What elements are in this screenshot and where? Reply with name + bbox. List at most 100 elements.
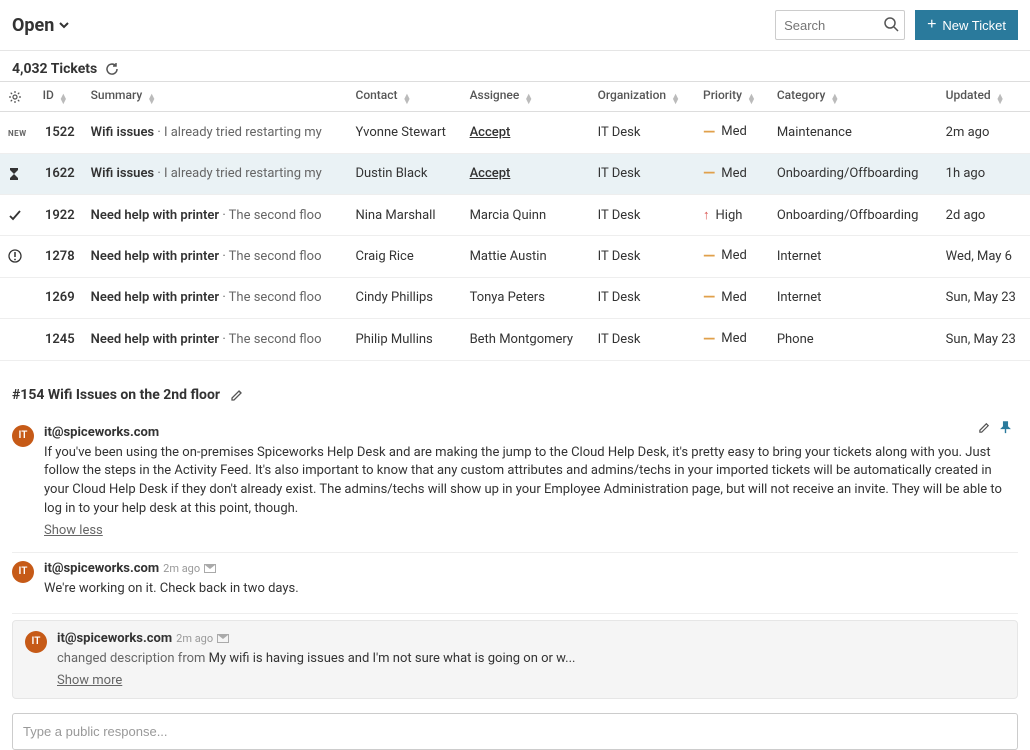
priority-high-icon: ↑ — [703, 207, 710, 223]
ticket-title: Need help with printer — [91, 208, 219, 223]
ticket-count: 4,032 Tickets — [12, 61, 97, 77]
ticket-id: 1269 — [35, 277, 83, 319]
accept-link[interactable]: Accept — [470, 166, 511, 181]
ticket-desc: · The second floo — [222, 208, 321, 223]
refresh-icon[interactable] — [105, 62, 119, 76]
col-id[interactable]: ID ▲▼ — [35, 82, 83, 112]
org-name: IT Desk — [590, 195, 695, 236]
table-row[interactable]: 1622 Wifi issues · I already tried resta… — [0, 153, 1030, 195]
view-label: Open — [12, 15, 54, 36]
contact-name: Craig Rice — [347, 236, 461, 278]
category-label: Internet — [769, 236, 938, 278]
updated-label: Wed, May 6 — [938, 236, 1030, 278]
table-row[interactable]: 1278 Need help with printer · The second… — [0, 236, 1030, 278]
table-row[interactable]: 1922 Need help with printer · The second… — [0, 195, 1030, 236]
view-dropdown[interactable]: Open — [12, 15, 70, 36]
ticket-title: Wifi issues — [91, 166, 154, 181]
ticket-desc: · The second floo — [222, 332, 321, 347]
table-row[interactable]: 1269 Need help with printer · The second… — [0, 277, 1030, 319]
ticket-id: 1622 — [35, 153, 83, 195]
priority-med-icon: — — [703, 168, 715, 178]
org-name: IT Desk — [590, 236, 695, 278]
priority-label: Med — [721, 124, 747, 139]
org-name: IT Desk — [590, 112, 695, 154]
envelope-icon — [204, 564, 216, 573]
priority-med-icon: — — [703, 127, 715, 137]
col-priority[interactable]: Priority ▲▼ — [695, 82, 769, 112]
priority-med-icon: — — [703, 251, 715, 261]
col-organization[interactable]: Organization ▲▼ — [590, 82, 695, 112]
assignee-name: Beth Montgomery — [470, 332, 574, 347]
show-toggle[interactable]: Show less — [44, 523, 103, 538]
check-icon — [8, 208, 22, 222]
contact-name: Philip Mullins — [347, 319, 461, 361]
updated-label: Sun, May 23 — [938, 319, 1030, 361]
activity-item: IT it@spiceworks.com2m ago We're working… — [12, 553, 1018, 614]
hourglass-icon — [8, 167, 20, 181]
edit-title-icon[interactable] — [230, 388, 244, 402]
avatar: IT — [12, 561, 34, 583]
org-name: IT Desk — [590, 277, 695, 319]
plus-icon: + — [927, 16, 936, 34]
contact-name: Yvonne Stewart — [347, 112, 461, 154]
ticket-title: Need help with printer — [91, 290, 219, 305]
assignee-name: Mattie Austin — [470, 249, 547, 264]
category-label: Internet — [769, 277, 938, 319]
chevron-down-icon — [58, 19, 70, 31]
edit-comment-icon[interactable] — [978, 421, 991, 434]
pin-icon[interactable] — [999, 421, 1012, 434]
envelope-icon — [217, 634, 229, 643]
updated-label: 2d ago — [938, 195, 1030, 236]
ticket-desc: · The second floo — [222, 290, 321, 305]
new-ticket-label: New Ticket — [942, 18, 1006, 33]
tickets-table: ID ▲▼ Summary ▲▼ Contact ▲▼ Assignee ▲▼ … — [0, 81, 1030, 361]
assignee-name: Marcia Quinn — [470, 208, 547, 223]
ticket-desc: · I already tried restarting my — [157, 125, 321, 140]
response-input[interactable] — [12, 713, 1018, 750]
activity-item: IT it@spiceworks.com If you've been usin… — [12, 417, 1018, 553]
contact-name: Dustin Black — [347, 153, 461, 195]
category-label: Phone — [769, 319, 938, 361]
alert-icon — [8, 249, 22, 263]
category-label: Onboarding/Offboarding — [769, 195, 938, 236]
col-assignee[interactable]: Assignee ▲▼ — [462, 82, 590, 112]
search-icon[interactable] — [883, 16, 899, 32]
avatar: IT — [12, 425, 34, 447]
priority-label: Med — [721, 166, 747, 181]
ticket-desc: · I already tried restarting my — [157, 166, 321, 181]
new-ticket-button[interactable]: + New Ticket — [915, 10, 1018, 40]
updated-label: 1h ago — [938, 153, 1030, 195]
ticket-desc: · The second floo — [222, 249, 321, 264]
col-updated[interactable]: Updated ▲▼ — [938, 82, 1030, 112]
priority-label: High — [716, 208, 743, 223]
activity-text: changed description from My wifi is havi… — [57, 650, 1005, 669]
ticket-title: Wifi issues — [91, 125, 154, 140]
priority-med-icon: — — [703, 292, 715, 302]
avatar: IT — [25, 631, 47, 653]
assignee-name: Tonya Peters — [470, 290, 545, 305]
updated-label: Sun, May 23 — [938, 277, 1030, 319]
contact-name: Cindy Phillips — [347, 277, 461, 319]
show-toggle[interactable]: Show more — [57, 673, 122, 688]
activity-author: it@spiceworks.com — [57, 631, 172, 646]
table-row[interactable]: NEW 1522 Wifi issues · I already tried r… — [0, 112, 1030, 154]
activity-time: 2m ago — [176, 632, 213, 645]
activity-author: it@spiceworks.com — [44, 425, 159, 440]
table-row[interactable]: 1245 Need help with printer · The second… — [0, 319, 1030, 361]
col-category[interactable]: Category ▲▼ — [769, 82, 938, 112]
activity-time: 2m ago — [163, 562, 200, 575]
org-name: IT Desk — [590, 319, 695, 361]
priority-med-icon: — — [703, 334, 715, 344]
accept-link[interactable]: Accept — [470, 125, 511, 140]
col-summary[interactable]: Summary ▲▼ — [83, 82, 348, 112]
contact-name: Nina Marshall — [347, 195, 461, 236]
ticket-title: Need help with printer — [91, 249, 219, 264]
gear-icon[interactable] — [8, 90, 27, 104]
ticket-id: 1278 — [35, 236, 83, 278]
new-badge: NEW — [8, 129, 27, 138]
activity-item: IT it@spiceworks.com 2m ago changed descr… — [12, 620, 1018, 699]
col-contact[interactable]: Contact ▲▼ — [347, 82, 461, 112]
category-label: Onboarding/Offboarding — [769, 153, 938, 195]
priority-label: Med — [721, 290, 747, 305]
ticket-id: 1922 — [35, 195, 83, 236]
